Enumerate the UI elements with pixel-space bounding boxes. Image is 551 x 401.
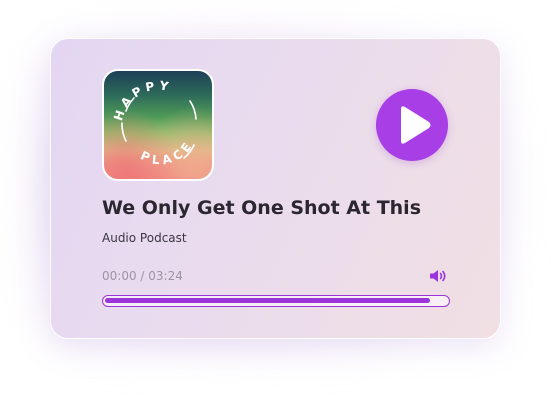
- progress-fill: [105, 298, 430, 303]
- svg-text:HAPPY: HAPPY: [111, 78, 173, 122]
- volume-button[interactable]: [429, 268, 449, 284]
- episode-subtitle: Audio Podcast: [102, 231, 187, 245]
- play-icon: [401, 106, 431, 144]
- happy-place-logo: HAPPY PLACE: [111, 78, 197, 167]
- episode-title: We Only Get One Shot At This: [102, 197, 422, 219]
- current-time: 00:00: [102, 269, 137, 283]
- logo-text-bottom: PLACE: [138, 137, 192, 167]
- page: HAPPY PLACE We Only Get One Shot At This…: [0, 0, 551, 401]
- podcast-player-card: HAPPY PLACE We Only Get One Shot At This…: [50, 38, 501, 339]
- time-readout: 00:00 / 03:24: [102, 269, 183, 283]
- svg-text:PLACE: PLACE: [138, 137, 196, 167]
- podcast-cover-art: HAPPY PLACE: [102, 69, 214, 181]
- volume-icon: [430, 270, 446, 282]
- play-button[interactable]: [376, 89, 448, 161]
- progress-bar[interactable]: [102, 295, 450, 307]
- logo-text-top: HAPPY: [111, 78, 169, 122]
- time-separator: /: [136, 269, 149, 283]
- duration: 03:24: [148, 269, 183, 283]
